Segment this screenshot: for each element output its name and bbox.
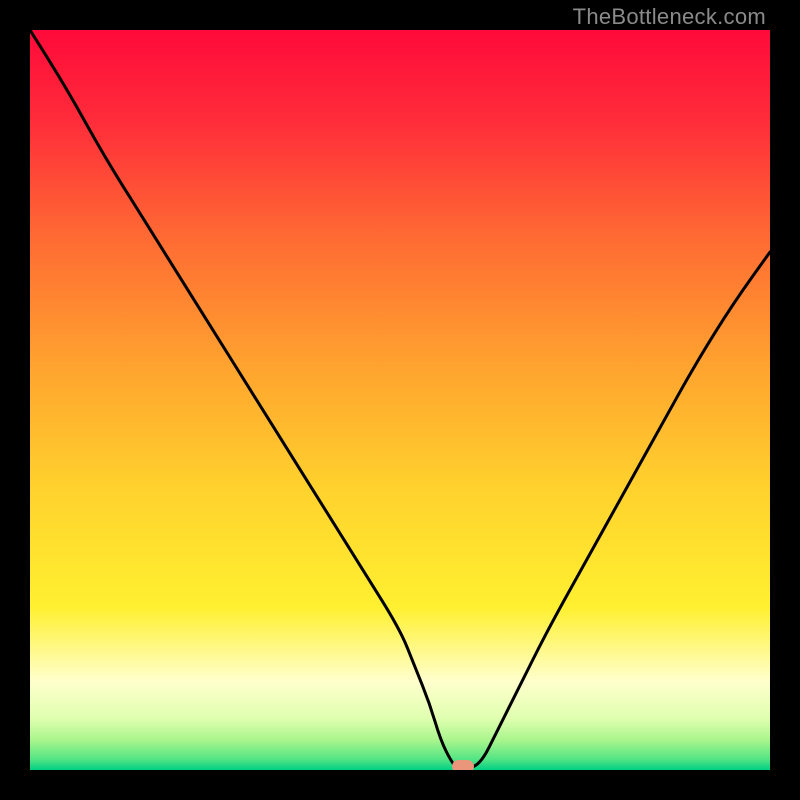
watermark-text: TheBottleneck.com	[573, 4, 766, 30]
plot-area	[30, 30, 770, 770]
chart-frame: TheBottleneck.com	[0, 0, 800, 800]
bottleneck-curve	[30, 30, 770, 770]
optimal-marker	[452, 760, 474, 770]
